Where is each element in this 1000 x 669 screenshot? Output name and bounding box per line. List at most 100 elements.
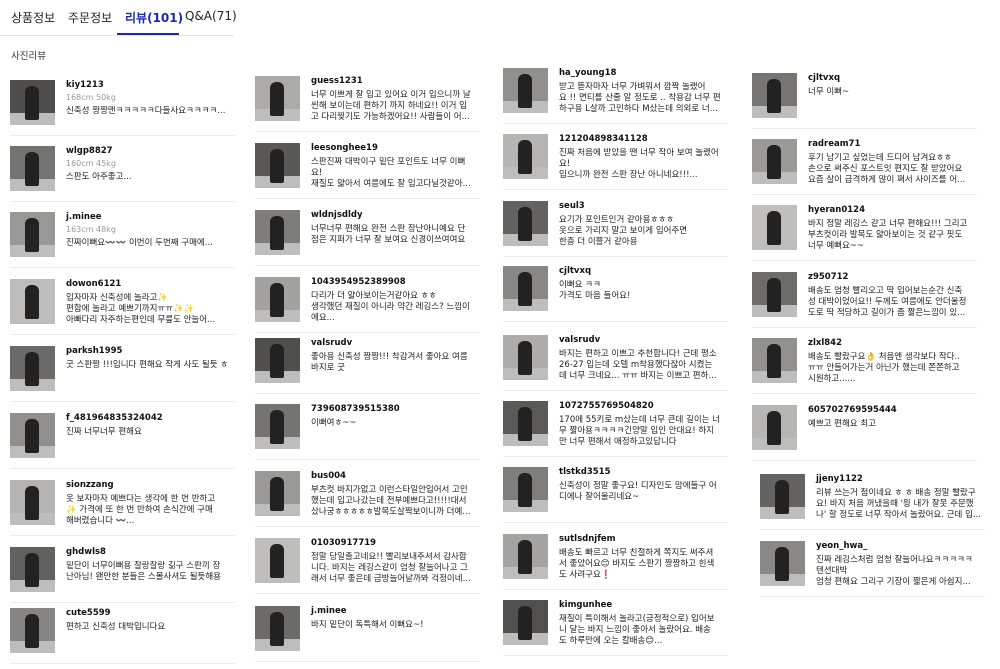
review-photo-thumbnail[interactable] [10,547,55,592]
review-photo-thumbnail[interactable] [10,346,55,391]
review-text: 스판진짜 대박이구 밑단 포인트도 너무 이뻐 요! 재질도 얇아서 여름에도 … [311,157,471,189]
review-item[interactable]: 1072755769504820 170에 55키로 m샀는데 너무 큰데 길이는… [503,401,728,461]
review-item[interactable]: j.minee 163cm 48kg 진짜이뻐요〰️〰️ 이번이 두번째 구매에..… [10,212,235,272]
review-photo-thumbnail[interactable] [255,143,300,188]
review-item[interactable]: 121204898341128 진짜 처음에 받았을 땐 너무 작아 보여 놀랬어… [503,134,728,194]
review-text: 정말 당일출고네요!! 빨리보내주셔서 감사합 니다. 바지는 레깅스같이 엄청… [311,552,471,584]
review-item[interactable]: parksh1995 굿 스판짱 !!!입니다 편해요 작게 사도 될듯 ㅎ [10,346,235,406]
review-photo-thumbnail[interactable] [760,474,805,519]
review-photo-thumbnail[interactable] [255,606,300,651]
review-item[interactable]: z950712 배송도 엄청 빨리오고 딱 입어보는순간 신축 성 대박이었어요!… [752,272,977,332]
review-photo-thumbnail[interactable] [752,73,797,118]
review-item[interactable]: ghdwls8 밑단이 너무이뻐용 찰랑찰랑 긺구 스판끼 장 난아님! 왠만한 … [10,547,235,607]
review-photo-thumbnail[interactable] [503,201,548,246]
review-item[interactable]: 739608739515380 이뻐여ㅎ~~ [255,404,480,464]
review-divider [255,459,480,460]
review-item[interactable]: 01030917719 정말 당일출고네요!! 빨리보내주셔서 감사합 니다. 바… [255,538,480,598]
review-item[interactable]: jjeny1122 리뷰 쓰는거 첨이네요 ㅎ ㅎ 배송 정말 빨랐구 요! 바지… [760,474,985,534]
review-photo-thumbnail[interactable] [503,600,548,645]
review-username: wldnjsdldy [311,210,363,220]
review-username: ha_young18 [559,68,617,78]
tab-qna[interactable]: Q&A(71) [185,9,237,23]
review-item[interactable]: kimgunhee 재질이 특이해서 놀라고(긍정적으로) 입어보 니 달는 바지… [503,600,728,660]
review-item[interactable]: ha_young18 받고 뜯자마자 너무 가벼워서 깜짝 놀랬어 요 !! 면티… [503,68,728,128]
review-item[interactable]: f_481964835324042 진짜 너무너무 편해요 [10,413,235,473]
review-text: 입자마자 신축성에 놀라고✨ 편함에 놀라고 예쁘기까지ㅠㅠ✨✨ 아빠다리 자주… [66,293,216,325]
review-item[interactable]: wlgp8827 160cm 45kg 스판도 아주좋고... [10,146,235,206]
review-item[interactable]: radream71 후기 남기고 싶었는데 드디어 남겨요ㅎㅎ 손으로 써주신 포… [752,139,977,199]
review-photo-thumbnail[interactable] [255,471,300,516]
tab-reviews[interactable]: 리뷰(101) [125,9,183,26]
review-photo-thumbnail[interactable] [255,210,300,255]
review-item[interactable]: hyeran0124 바지 정말 레깅스 같고 너무 편해요!!! 그리고 부츠컷… [752,205,977,265]
review-photo-thumbnail[interactable] [10,480,55,525]
tab-product-info[interactable]: 상품정보 [11,9,55,26]
review-username: cute5599 [66,608,111,618]
review-photo-thumbnail[interactable] [752,205,797,250]
review-photo-thumbnail[interactable] [10,413,55,458]
review-photo-thumbnail[interactable] [503,401,548,446]
review-photo-thumbnail[interactable] [10,212,55,257]
review-item[interactable]: bus004 부츠컷 바지가없고 이런스타일안입어서 고민 했는데 입고나갔는데 … [255,471,480,531]
review-item[interactable]: leesonghee19 스판진짜 대박이구 밑단 포인트도 너무 이뻐 요! 재… [255,143,480,203]
review-text: 리뷰 쓰는거 첨이네요 ㅎ ㅎ 배송 정말 빨랐구 요! 바지 처음 꺼냈을때 … [816,488,981,520]
review-username: ghdwls8 [66,547,106,557]
review-item[interactable]: tlstkd3515 신축성이 정말 좋구요! 디자인도 맘에들구 어 디에나 잘… [503,467,728,527]
photo-figure [767,344,781,378]
review-photo-thumbnail[interactable] [752,405,797,450]
review-item[interactable]: seul3 요기가 포인트인거 같아용ㅎㅎㅎ 옷으로 가리지 말고 보이게 입어주… [503,201,728,261]
review-item[interactable]: valsrudv 좋아용 신축성 짱짱!!! 착감겨서 좋아요 여름 바지로 굿 [255,338,480,398]
review-divider [255,526,480,527]
review-item[interactable]: wldnjsdldy 너무너무 편해요 완전 스판 장난아니예요 단 점은 지퍼가… [255,210,480,270]
review-item[interactable]: yeon_hwa_ 진짜 레깅스처럼 엄청 잘늘어나요ㅋㅋㅋㅋㅋ 텐션대박 엄청 … [760,541,985,601]
review-photo-thumbnail[interactable] [10,146,55,191]
review-item[interactable]: cute5599 편하고 신축성 대박입니다요 [10,608,235,668]
review-item[interactable]: dowon6121 입자마자 신축성에 놀라고✨ 편함에 놀라고 예쁘기까지ㅠㅠ✨… [10,279,235,339]
review-divider [503,456,728,457]
photo-figure [25,218,39,252]
photo-figure [270,283,284,317]
review-item[interactable]: guess1231 너무 이쁘게 잘 입고 있어요 이거 입으니까 날 씬해 보이… [255,76,480,136]
review-photo-thumbnail[interactable] [10,608,55,653]
review-username: 1043954952389908 [311,277,406,287]
review-username: z950712 [808,272,849,282]
review-divider [255,265,480,266]
photo-figure [518,341,532,375]
review-photo-thumbnail[interactable] [255,538,300,583]
review-item[interactable]: valsrudv 바지는 편하고 이쁘고 추천합니다! 근데 평소 26-27 입… [503,335,728,395]
review-item[interactable]: cjltvxq 너무 이뻐~ [752,73,977,133]
tab-order-info[interactable]: 주문정보 [68,9,112,26]
photo-figure [518,473,532,507]
review-photo-thumbnail[interactable] [255,404,300,449]
review-item[interactable]: cjltvxq 이뻐요 ㅋㅋ 가격도 마음 들어요! [503,266,728,326]
review-item[interactable]: 605702769595444 예쁘고 편해요 최고 [752,405,977,465]
review-photo-thumbnail[interactable] [752,338,797,383]
review-text: 너무너무 편해요 완전 스판 장난아니예요 단 점은 지퍼가 너무 잘 보여요 … [311,224,466,245]
review-photo-thumbnail[interactable] [255,338,300,383]
photo-figure [25,86,39,120]
review-photo-thumbnail[interactable] [255,277,300,322]
review-item[interactable]: j.minee 바지 밑단이 독특해서 이뻐요~! [255,606,480,666]
review-text: 바지 정말 레깅스 같고 너무 편해요!!! 그리고 부츠컷이라 발목도 얇아보… [808,219,968,251]
review-photo-thumbnail[interactable] [760,541,805,586]
review-photo-thumbnail[interactable] [503,534,548,579]
review-photo-thumbnail[interactable] [255,76,300,121]
review-photo-thumbnail[interactable] [503,68,548,113]
review-photo-thumbnail[interactable] [503,335,548,380]
review-text: 이뻐요 ㅋㅋ 가격도 마음 들어요! [559,280,631,301]
review-divider [752,460,977,461]
review-photo-thumbnail[interactable] [10,80,55,125]
review-item[interactable]: sutlsdnjfem 배송도 빠르고 너무 친절하게 쪽지도 써주셔 서 좋았어… [503,534,728,594]
review-username: 01030917719 [311,538,377,548]
review-divider [10,602,235,603]
review-item[interactable]: 1043954952389908 다리가 더 얇아보이는거같아요 ㅎㅎ 생각했던 … [255,277,480,337]
review-item[interactable]: kiy1213 168cm 50kg 신축성 짱짱맨ㅋㅋㅋㅋㅋ다들사요ㅋㅋㅋㅋ... [10,80,235,140]
review-photo-thumbnail[interactable] [503,467,548,512]
review-item[interactable]: sionzzang 옷 보자마자 예쁘다는 생각에 한 번 반하고 ✨ 가격에 또… [10,480,235,540]
review-photo-thumbnail[interactable] [503,134,548,179]
review-photo-thumbnail[interactable] [752,272,797,317]
review-item[interactable]: zlxl842 배송도 빨랐구요👌 처음엔 생각보다 작다.. ㅠㅠ 안들어가는거… [752,338,977,398]
review-photo-thumbnail[interactable] [503,266,548,311]
review-photo-thumbnail[interactable] [752,139,797,184]
review-photo-thumbnail[interactable] [10,279,55,324]
